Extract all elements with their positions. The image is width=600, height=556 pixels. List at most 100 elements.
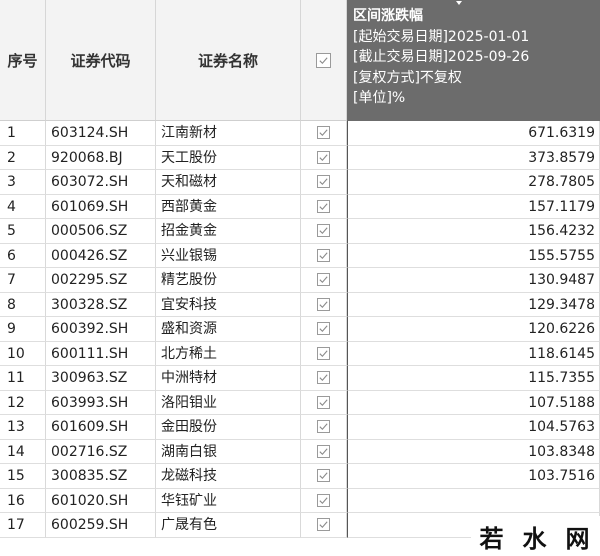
- table-row[interactable]: 12 603993.SH 洛阳钼业 107.5188: [0, 390, 600, 415]
- cell-code: 002716.SZ: [46, 439, 156, 464]
- cell-no: 7: [0, 268, 46, 293]
- table-row[interactable]: 1 603124.SH 江南新材 671.6319: [0, 121, 600, 146]
- table-row[interactable]: 10 600111.SH 北方稀土 118.6145: [0, 341, 600, 366]
- cell-code: 603124.SH: [46, 121, 156, 146]
- watermark-char: 若: [479, 524, 506, 553]
- table-row[interactable]: 5 000506.SZ 招金黄金 156.4232: [0, 219, 600, 244]
- cell-code: 603993.SH: [46, 390, 156, 415]
- check-icon: [319, 56, 328, 64]
- table-row[interactable]: 11 300963.SZ 中洲特材 115.7355: [0, 366, 600, 391]
- header-col-value-title: 区间涨跌幅: [353, 8, 423, 24]
- watermark-char: 网: [565, 524, 592, 553]
- cell-value: 115.7355: [347, 366, 600, 391]
- row-checkbox[interactable]: [317, 248, 330, 262]
- table-row[interactable]: 8 300328.SZ 宜安科技 129.3478: [0, 292, 600, 317]
- cell-select: [301, 415, 347, 440]
- row-checkbox[interactable]: [317, 371, 330, 385]
- cell-select: [301, 317, 347, 342]
- row-checkbox[interactable]: [317, 444, 330, 458]
- cell-select: [301, 145, 347, 170]
- data-grid: 序号 证券代码 证券名称 区间涨跌幅 [起始交易日期]2025-01-01 [截…: [0, 0, 600, 556]
- cell-no: 11: [0, 366, 46, 391]
- cell-code: 601609.SH: [46, 415, 156, 440]
- table-row[interactable]: 6 000426.SZ 兴业银锡 155.5755: [0, 243, 600, 268]
- cell-name: 金田股份: [156, 415, 301, 440]
- cell-no: 1: [0, 121, 46, 146]
- cell-value: 129.3478: [347, 292, 600, 317]
- row-checkbox[interactable]: [317, 420, 330, 434]
- header-col-code[interactable]: 证券代码: [46, 0, 156, 121]
- watermark-char: 水: [522, 524, 549, 553]
- row-checkbox[interactable]: [317, 346, 330, 360]
- check-icon: [319, 252, 328, 259]
- check-icon: [319, 374, 328, 382]
- check-icon: [319, 497, 328, 504]
- cell-code: 600392.SH: [46, 317, 156, 342]
- sort-desc-icon[interactable]: [456, 1, 462, 5]
- row-checkbox[interactable]: [317, 322, 330, 336]
- table-row[interactable]: 15 300835.SZ 龙磁科技 103.7516: [0, 464, 600, 489]
- select-all-checkbox[interactable]: [316, 52, 331, 68]
- header-col-name[interactable]: 证券名称: [156, 0, 301, 121]
- row-checkbox[interactable]: [317, 150, 330, 164]
- cell-name: 招金黄金: [156, 219, 301, 244]
- table-row[interactable]: 7 002295.SZ 精艺股份 130.9487: [0, 268, 600, 293]
- table-row[interactable]: 14 002716.SZ 湖南白银 103.8348: [0, 439, 600, 464]
- cell-value: 103.7516: [347, 464, 600, 489]
- cell-name: 湖南白银: [156, 439, 301, 464]
- cell-value: 671.6319: [347, 121, 600, 146]
- table-row[interactable]: 2 920068.BJ 天工股份 373.8579: [0, 145, 600, 170]
- table-row[interactable]: 3 603072.SH 天和磁材 278.7805: [0, 170, 600, 195]
- cell-value: 120.6226: [347, 317, 600, 342]
- watermark-logo: 若 水 网: [471, 516, 600, 556]
- cell-select: [301, 464, 347, 489]
- cell-no: 15: [0, 464, 46, 489]
- check-icon: [319, 154, 328, 161]
- check-icon: [319, 448, 328, 455]
- cell-no: 13: [0, 415, 46, 440]
- cell-name: 兴业银锡: [156, 243, 301, 268]
- cell-no: 10: [0, 341, 46, 366]
- check-icon: [319, 203, 328, 210]
- cell-name: 精艺股份: [156, 268, 301, 293]
- cell-name: 中洲特材: [156, 366, 301, 391]
- table-row[interactable]: 13 601609.SH 金田股份 104.5763: [0, 415, 600, 440]
- cell-select: [301, 243, 347, 268]
- cell-no: 5: [0, 219, 46, 244]
- row-checkbox[interactable]: [317, 518, 330, 532]
- table-row[interactable]: 16 601020.SH 华钰矿业: [0, 488, 600, 513]
- row-checkbox[interactable]: [317, 273, 330, 287]
- header-col-no[interactable]: 序号: [0, 0, 46, 121]
- check-icon: [319, 276, 328, 284]
- row-checkbox[interactable]: [317, 395, 330, 409]
- check-icon: [319, 350, 328, 357]
- row-checkbox[interactable]: [317, 469, 330, 483]
- cell-value: 107.5188: [347, 390, 600, 415]
- row-checkbox[interactable]: [317, 297, 330, 311]
- cell-no: 8: [0, 292, 46, 317]
- cell-code: 000426.SZ: [46, 243, 156, 268]
- cell-no: 6: [0, 243, 46, 268]
- header-select-all[interactable]: [301, 0, 347, 121]
- cell-name: 北方稀土: [156, 341, 301, 366]
- row-checkbox[interactable]: [317, 175, 330, 189]
- row-checkbox[interactable]: [317, 493, 330, 507]
- check-icon: [319, 472, 328, 480]
- row-checkbox[interactable]: [317, 224, 330, 238]
- cell-select: [301, 121, 347, 146]
- check-icon: [319, 521, 328, 529]
- row-checkbox[interactable]: [317, 126, 330, 140]
- header-col-value-param: [复权方式]不复权: [353, 69, 462, 86]
- check-icon: [319, 325, 328, 333]
- cell-code: 300328.SZ: [46, 292, 156, 317]
- cell-name: 广晟有色: [156, 513, 301, 538]
- header-col-value[interactable]: 区间涨跌幅 [起始交易日期]2025-01-01 [截止交易日期]2025-09…: [347, 0, 600, 121]
- row-checkbox[interactable]: [317, 199, 330, 213]
- table-row[interactable]: 9 600392.SH 盛和资源 120.6226: [0, 317, 600, 342]
- table-row[interactable]: 4 601069.SH 西部黄金 157.1179: [0, 194, 600, 219]
- cell-name: 宜安科技: [156, 292, 301, 317]
- cell-select: [301, 292, 347, 317]
- cell-value: 278.7805: [347, 170, 600, 195]
- cell-no: 9: [0, 317, 46, 342]
- cell-value: 104.5763: [347, 415, 600, 440]
